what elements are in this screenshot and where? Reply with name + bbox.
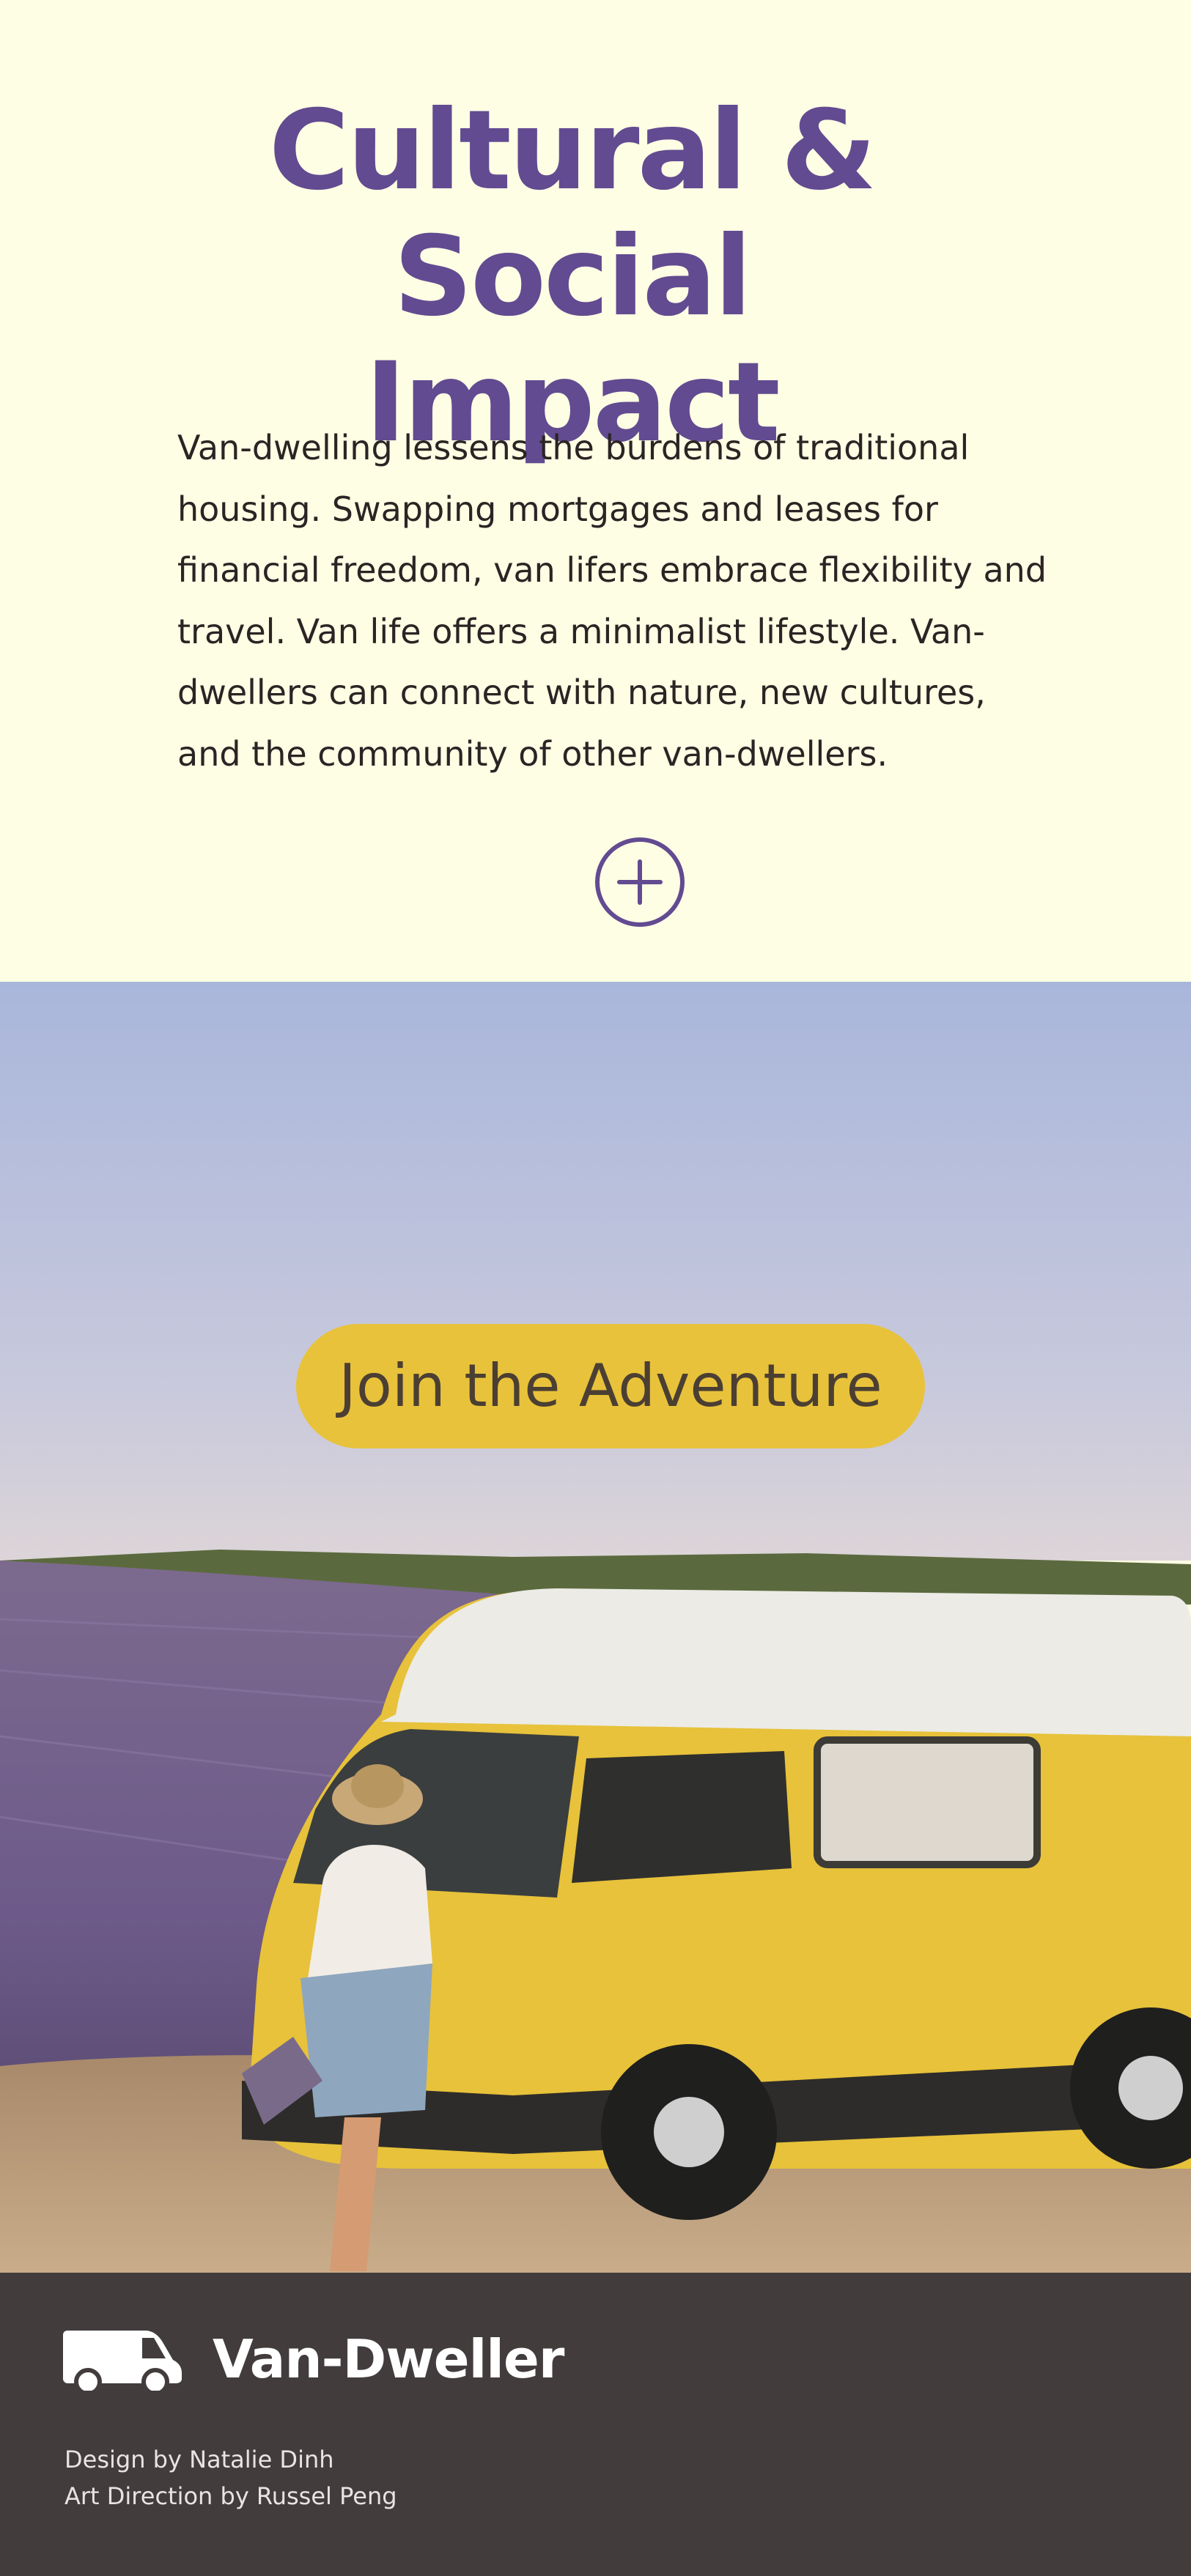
hero-banner: Join the Adventure xyxy=(0,982,1191,2273)
van-icon xyxy=(63,2331,182,2391)
art-direction-credit: Art Direction by Russel Peng xyxy=(64,2482,397,2510)
brand-logo[interactable]: Van-Dweller xyxy=(63,2328,564,2391)
hero-image xyxy=(0,982,1191,2273)
brand-name: Van-Dweller xyxy=(213,2328,564,2390)
plus-circle-icon xyxy=(617,859,663,905)
section-title: Cultural & Social Impact xyxy=(268,87,877,467)
section-body: Van-dwelling lessens the burdens of trad… xyxy=(177,428,1047,774)
join-adventure-button[interactable]: Join the Adventure xyxy=(296,1324,925,1448)
impact-section: Cultural & Social Impact Van-dwelling le… xyxy=(0,0,1191,982)
expand-button[interactable] xyxy=(595,837,685,927)
site-footer: Van-Dweller Design by Natalie Dinh Art D… xyxy=(0,2273,1191,2576)
design-credit: Design by Natalie Dinh xyxy=(64,2446,334,2473)
